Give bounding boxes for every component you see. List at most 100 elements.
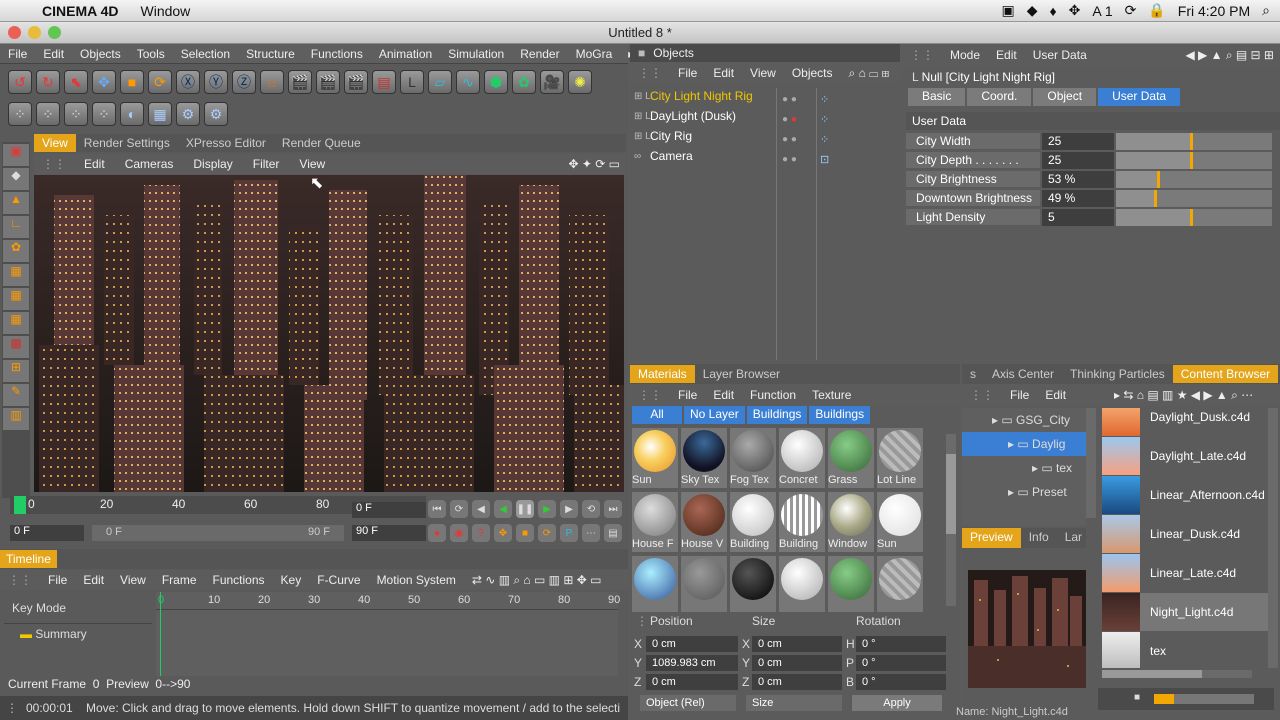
position-field[interactable]: 0 cm: [646, 635, 738, 652]
slider-knob[interactable]: [1157, 171, 1161, 188]
main-menu-item[interactable]: Functions: [303, 47, 371, 61]
layout-four-icon[interactable]: ▦: [3, 312, 29, 334]
view-tab[interactable]: View: [34, 134, 76, 152]
slider-knob[interactable]: [1190, 133, 1194, 150]
timeline-menu-item[interactable]: Functions: [205, 573, 273, 587]
key-rotation-icon[interactable]: ⟳: [538, 524, 556, 542]
browser-toolbar-icons[interactable]: ▸ ⇆ ⌂ ▤ ▥ ★ ◀ ▶ ▲ ⌕ ⋯: [1074, 388, 1253, 403]
tag-icons[interactable]: ⁘ ⁘ ⁘ ⊡: [820, 90, 829, 170]
nurbs-icon[interactable]: ⬢: [484, 70, 508, 94]
dropbox-icon[interactable]: ◆: [1027, 2, 1038, 19]
timeline-playhead[interactable]: [160, 592, 161, 676]
move-tool-icon[interactable]: ✥: [92, 70, 116, 94]
light-object-icon[interactable]: ✺: [568, 70, 592, 94]
viewport[interactable]: ⬉: [34, 175, 624, 492]
expand-icon[interactable]: ⊞ L: [634, 131, 651, 142]
adobe-status[interactable]: A 1: [1092, 3, 1112, 19]
brush-icon[interactable]: ✎: [3, 384, 29, 406]
preview-range-slider[interactable]: 0 F 90 F: [92, 525, 344, 541]
size-field[interactable]: 0 cm: [752, 654, 842, 671]
timeline-menu-item[interactable]: Key: [273, 573, 310, 587]
material-swatch[interactable]: [730, 556, 776, 616]
field-value[interactable]: 49 %: [1042, 190, 1114, 207]
app-menu[interactable]: CINEMA 4D: [42, 3, 119, 19]
apply-button[interactable]: Apply: [852, 695, 942, 711]
attribute-menu-item[interactable]: Mode: [942, 48, 988, 62]
material-menu-item[interactable]: Texture: [804, 388, 859, 402]
slider-knob[interactable]: [1190, 152, 1194, 169]
object-label[interactable]: City Rig: [650, 129, 692, 143]
polygons-mode-icon[interactable]: ⁘: [64, 102, 88, 126]
panel-close-icon[interactable]: ■: [630, 46, 653, 60]
field-value[interactable]: 53 %: [1042, 171, 1114, 188]
slider-knob[interactable]: [1190, 209, 1194, 226]
live-select-icon[interactable]: ⬉: [64, 70, 88, 94]
sync-icon[interactable]: ⟳: [1125, 2, 1137, 19]
object-mode-icon[interactable]: ◆: [3, 168, 29, 190]
position-field[interactable]: 1089.983 cm: [646, 654, 738, 671]
window-menu[interactable]: Window: [141, 3, 191, 19]
main-menu-item[interactable]: Simulation: [440, 47, 512, 61]
material-swatch[interactable]: [779, 556, 825, 616]
timeline-menu-item[interactable]: View: [112, 573, 154, 587]
objects-menu-item[interactable]: File: [670, 66, 705, 80]
repeat-icon[interactable]: ⟲: [582, 500, 600, 518]
material-menu-item[interactable]: File: [670, 388, 705, 402]
null-object-icon[interactable]: L: [400, 70, 424, 94]
timeline-menu-item[interactable]: Edit: [75, 573, 112, 587]
field-slider[interactable]: [1116, 152, 1272, 169]
material-swatch[interactable]: Sun: [877, 492, 923, 552]
main-menu-item[interactable]: Objects: [72, 47, 129, 61]
layer-filter[interactable]: All: [632, 406, 682, 424]
attribute-tab[interactable]: User Data: [1098, 88, 1181, 106]
viewport-menu-item[interactable]: Filter: [243, 157, 290, 171]
layer-filter[interactable]: Buildings: [809, 406, 871, 424]
browser-file[interactable]: Daylight_Dusk.c4d: [1102, 408, 1268, 436]
timeline-tab[interactable]: Timeline: [0, 550, 57, 568]
file-scrollbar[interactable]: [1268, 408, 1278, 668]
viewport-nav-icons[interactable]: ✥ ✦ ⟳ ▭: [568, 157, 626, 171]
browser-tab[interactable]: Content Browser: [1172, 365, 1279, 383]
object-label[interactable]: DayLight (Dusk): [650, 109, 736, 123]
file-hscrollbar[interactable]: [1102, 670, 1252, 678]
material-swatch[interactable]: Concret: [779, 428, 825, 488]
key-pla-icon[interactable]: ⋯: [582, 524, 600, 542]
view-tab[interactable]: XPresso Editor: [178, 134, 274, 152]
layer-filter[interactable]: No Layer: [684, 406, 745, 424]
checker-icon[interactable]: ▩: [3, 336, 29, 358]
browser-file[interactable]: Linear_Afternoon.c4d: [1102, 476, 1268, 514]
timeline-icon[interactable]: ▤: [604, 524, 622, 542]
spline-icon[interactable]: ∿: [456, 70, 480, 94]
material-swatch[interactable]: Fog Tex: [730, 428, 776, 488]
tree-item[interactable]: ▸ ▭ Daylig: [962, 432, 1086, 456]
object-row[interactable]: ⊞ L City Light Night Rig: [630, 86, 776, 106]
layout-two-icon[interactable]: ▦: [3, 288, 29, 310]
viewport-menu-item[interactable]: View: [289, 157, 335, 171]
lock-icon[interactable]: 🔒: [1148, 2, 1165, 19]
main-menu-item[interactable]: Animation: [371, 47, 440, 61]
field-value[interactable]: 5: [1042, 209, 1114, 226]
prev-frame-icon[interactable]: ◀: [472, 500, 490, 518]
position-field[interactable]: 0 cm: [646, 673, 738, 690]
end-frame-field[interactable]: 90 F: [352, 525, 426, 541]
rotation-field[interactable]: 0 °: [856, 654, 946, 671]
timeline-tools-icons[interactable]: ⇄ ∿ ▥ ⌕ ⌂ ▭ ▥ ⊞ ✥ ▭: [464, 573, 602, 588]
browser-file[interactable]: Daylight_Late.c4d: [1102, 437, 1268, 475]
material-scrollbar[interactable]: [946, 434, 956, 606]
material-menu-item[interactable]: Function: [742, 388, 804, 402]
tweak-mode-icon[interactable]: ✿: [3, 240, 29, 262]
attribute-nav-icons[interactable]: ◀ ▶ ▲ ⌕ ▤ ⊟ ⊞: [1185, 48, 1280, 63]
rotation-field[interactable]: 0 °: [856, 635, 946, 652]
play-forward-icon[interactable]: ▶: [538, 500, 556, 518]
browser-tab[interactable]: s: [962, 365, 984, 383]
material-swatch[interactable]: Building: [730, 492, 776, 552]
pause-icon[interactable]: ❚❚: [516, 500, 534, 518]
start-frame-field[interactable]: 0 F: [10, 525, 84, 541]
object-label[interactable]: City Light Night Rig: [650, 89, 753, 103]
tree-item[interactable]: ▸ ▭ GSG_City: [962, 408, 1086, 432]
viewport-menu-item[interactable]: Display: [183, 157, 242, 171]
thumbnail-size-slider[interactable]: ■: [1098, 688, 1274, 710]
material-swatch[interactable]: Window: [828, 492, 874, 552]
minimize-button[interactable]: [28, 26, 41, 39]
camera-status-icon[interactable]: ▣: [1001, 2, 1014, 19]
